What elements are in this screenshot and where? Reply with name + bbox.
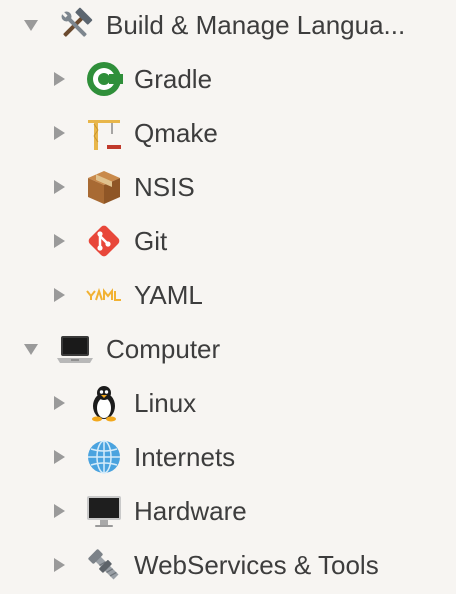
yaml-icon [85, 276, 123, 314]
tree-item-label: Linux [134, 388, 197, 418]
desktop-computer-icon [85, 492, 123, 530]
disclosure-collapsed-icon[interactable] [49, 555, 69, 575]
crane-icon [85, 114, 123, 152]
tree-item-gradle[interactable]: Gradle [0, 52, 456, 106]
tree-item-nsis[interactable]: NSIS [0, 160, 456, 214]
disclosure-expanded-icon[interactable] [21, 15, 41, 35]
disclosure-collapsed-icon[interactable] [49, 69, 69, 89]
tree-item-linux[interactable]: Linux [0, 376, 456, 430]
tree-item-label: Git [134, 226, 168, 256]
tree-item-label: Hardware [134, 496, 247, 526]
penguin-icon [85, 384, 123, 422]
disclosure-collapsed-icon[interactable] [49, 501, 69, 521]
disclosure-collapsed-icon[interactable] [49, 393, 69, 413]
disclosure-collapsed-icon[interactable] [49, 231, 69, 251]
tree-item-label: Qmake [134, 118, 218, 148]
tree-item-qmake[interactable]: Qmake [0, 106, 456, 160]
disclosure-collapsed-icon[interactable] [49, 123, 69, 143]
gradle-icon [85, 60, 123, 98]
hammer-and-wrench-icon [56, 6, 94, 44]
tree-item-label: Computer [106, 334, 221, 364]
git-icon [85, 222, 123, 260]
tree-item-label: WebServices & Tools [134, 550, 379, 580]
tree-item-label: Gradle [134, 64, 213, 94]
tree-item-yaml[interactable]: YAML [0, 268, 456, 322]
tree-item-build-manage[interactable]: Build & Manage Langua... [0, 0, 456, 52]
nut-and-bolt-icon [85, 546, 123, 584]
tree-item-git[interactable]: Git [0, 214, 456, 268]
disclosure-collapsed-icon[interactable] [49, 285, 69, 305]
tree-item-webservices-tools[interactable]: WebServices & Tools [0, 538, 456, 592]
tree-item-label: Internets [134, 442, 236, 472]
tree-item-internets[interactable]: Internets [0, 430, 456, 484]
outline-tree: Build & Manage Langua... Gradle Qmake NS… [0, 0, 456, 594]
tree-item-hardware[interactable]: Hardware [0, 484, 456, 538]
globe-icon [85, 438, 123, 476]
package-box-icon [85, 168, 123, 206]
disclosure-expanded-icon[interactable] [21, 339, 41, 359]
tree-item-label: Build & Manage Langua... [106, 10, 406, 40]
tree-item-computer[interactable]: Computer [0, 322, 456, 376]
laptop-icon [56, 330, 94, 368]
disclosure-collapsed-icon[interactable] [49, 177, 69, 197]
tree-item-label: YAML [134, 280, 203, 310]
tree-item-label: NSIS [134, 172, 195, 202]
disclosure-collapsed-icon[interactable] [49, 447, 69, 467]
